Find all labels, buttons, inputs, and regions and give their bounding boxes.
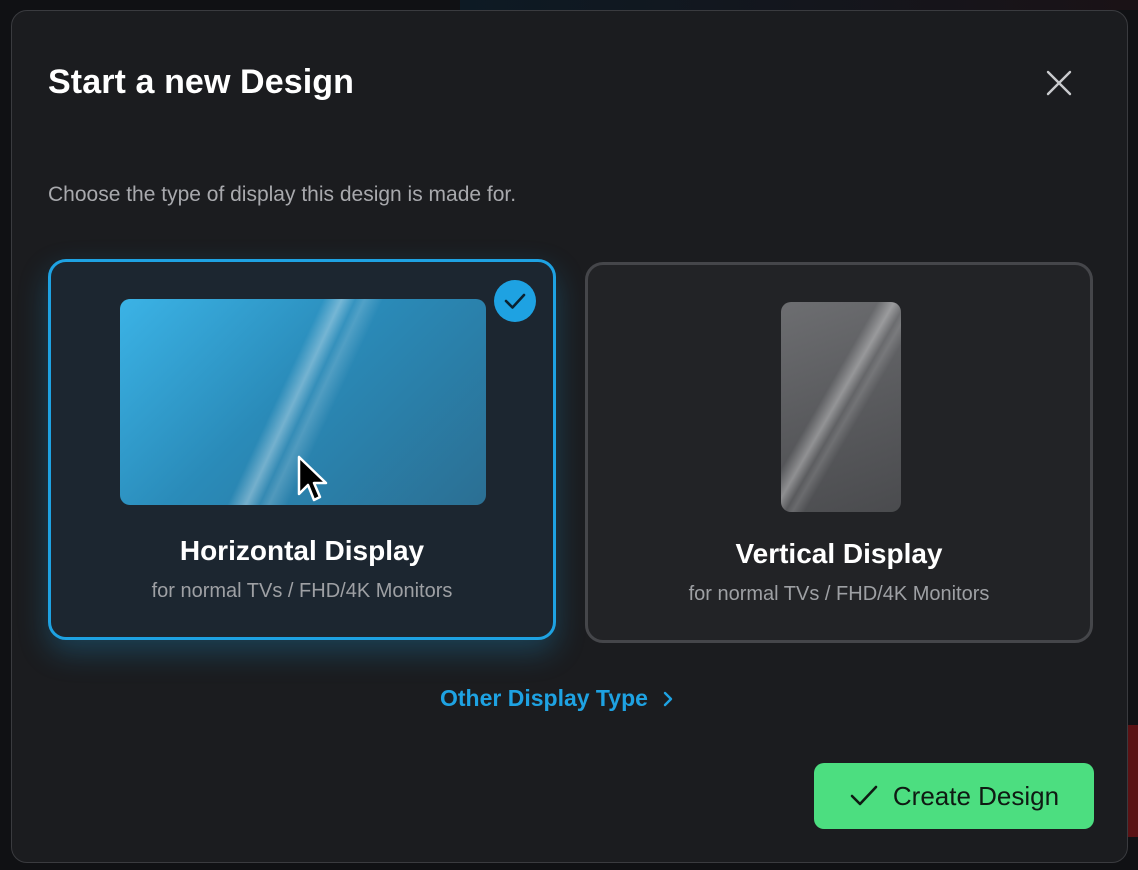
option-subtitle: for normal TVs / FHD/4K Monitors xyxy=(688,583,990,605)
option-title: Vertical Display xyxy=(735,538,943,569)
close-icon xyxy=(1046,70,1072,96)
check-icon xyxy=(850,785,878,806)
other-display-type-link[interactable]: Other Display Type xyxy=(440,685,674,712)
selected-check-badge xyxy=(494,280,536,322)
backdrop-accent xyxy=(1128,725,1138,837)
check-icon xyxy=(504,293,526,309)
dialog-title: Start a new Design xyxy=(48,63,354,101)
new-design-dialog: Start a new Design Choose the type of di… xyxy=(11,10,1128,863)
option-title: Horizontal Display xyxy=(179,535,425,566)
backdrop-strip xyxy=(460,0,1138,10)
create-button-label: Create Design xyxy=(892,780,1060,811)
option-card-vertical[interactable]: Vertical Display for normal TVs / FHD/4K… xyxy=(585,262,1093,643)
option-subtitle: for normal TVs / FHD/4K Monitors xyxy=(151,580,453,602)
dialog-subtitle: Choose the type of display this design i… xyxy=(48,183,517,206)
portrait-screen-icon xyxy=(781,302,901,512)
close-button[interactable] xyxy=(1042,66,1076,100)
create-design-button[interactable]: Create Design xyxy=(814,763,1094,829)
mouse-cursor-icon xyxy=(297,455,328,502)
chevron-right-icon xyxy=(663,691,673,706)
other-link-label: Other Display Type xyxy=(440,685,648,711)
option-card-horizontal[interactable]: Horizontal Display for normal TVs / FHD/… xyxy=(48,259,556,640)
